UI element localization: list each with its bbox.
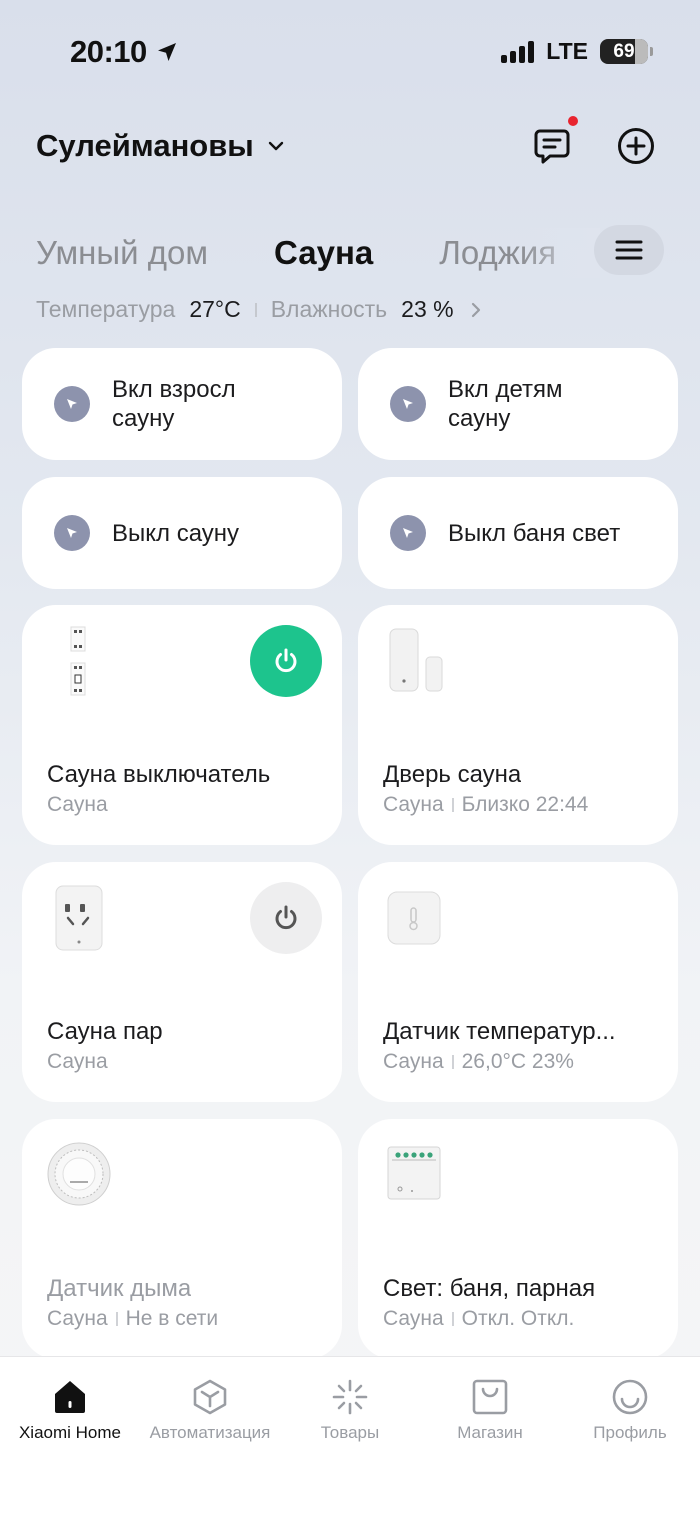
device-status: Сауна Близко 22:44 [383,793,589,816]
temperature-value: 27°C [189,296,241,322]
device-name: Сауна пар [47,1018,163,1045]
device-card-sauna-door[interactable]: Дверь сауна Сауна Близко 22:44 [358,605,678,845]
scene-card-kids-sauna-on[interactable]: Вкл детям сауну [358,348,678,460]
switch-module-image [70,626,86,696]
battery-icon: 69 [600,39,653,64]
device-card-bath-light[interactable]: Свет: баня, парная Сауна Откл. Откл. [358,1119,678,1359]
device-name: Датчик температур... [383,1018,616,1045]
status-indicators: LTE 69 [501,38,653,65]
smoke-detector-image [47,1142,111,1206]
tab-smart-home[interactable]: Умный дом [36,234,208,272]
scene-label: Вкл взросл сауну [112,376,236,432]
nav-shop[interactable]: Магазин [420,1377,560,1443]
bottom-navigation: Xiaomi Home Автоматизация Товары Магазин [0,1356,700,1518]
scene-card-bath-light-off[interactable]: Выкл баня свет [358,477,678,589]
automation-cube-icon [193,1379,227,1415]
header-actions [532,116,656,168]
scene-card-sauna-off[interactable]: Выкл сауну [22,477,342,589]
device-room: Сауна [47,1050,108,1073]
power-icon [275,905,297,930]
temperature-label: Температура [36,296,176,322]
device-status: Сауна Не в сети [47,1307,219,1330]
smart-plug-image [55,885,103,951]
status-time: 20:10 [70,34,179,70]
home-name: Сулеймановы [36,128,254,163]
device-room: Сауна [47,793,108,816]
device-card-sauna-steam[interactable]: Сауна пар Сауна [22,862,342,1102]
scene-cursor-icon [54,515,90,551]
cellular-signal-icon [501,40,535,63]
power-icon [275,648,297,673]
power-toggle-button[interactable] [250,625,322,697]
device-card-sauna-switch[interactable]: Сауна выключатель Сауна [22,605,342,845]
message-icon [534,129,570,164]
nav-label: Автоматизация [149,1423,271,1442]
network-type: LTE [546,38,588,64]
battery-level: 69 [613,40,635,62]
device-name: Дверь сауна [383,761,522,788]
scene-cursor-icon [390,515,426,551]
products-sparkle-icon [332,1379,368,1415]
device-status: Сауна 26,0°C 23% [383,1050,574,1073]
divider [254,302,257,317]
nav-xiaomi-home[interactable]: Xiaomi Home [0,1377,140,1443]
tabs-fade [520,228,600,278]
home-icon [55,1381,85,1413]
notification-dot [568,116,578,126]
door-sensor-image [389,628,443,692]
nav-label: Xiaomi Home [18,1423,122,1442]
scene-label: Вкл детям сауну [448,376,563,432]
status-bar: 20:10 LTE 69 [0,0,700,100]
time-text: 20:10 [70,34,147,69]
tab-sauna[interactable]: Сауна [274,234,373,272]
nav-profile[interactable]: Профиль [560,1377,700,1443]
scene-cursor-icon [390,386,426,422]
humidity-value: 23 % [401,296,454,322]
add-device-button[interactable] [616,124,656,168]
messages-button[interactable] [532,116,578,168]
plus-circle-icon [618,128,654,164]
shop-bag-icon [472,1379,508,1415]
room-environment[interactable]: Температура 27°C Влажность 23 % [36,296,484,323]
rooms-menu-button[interactable] [594,225,664,275]
chevron-down-icon [268,141,283,151]
scene-label: Выкл баня свет [448,519,621,547]
nav-label: Профиль [593,1423,667,1442]
scene-cursor-icon [54,386,90,422]
humidity-label: Влажность [270,296,388,322]
device-name: Свет: баня, парная [383,1275,596,1302]
scene-label: Выкл сауну [112,519,240,547]
nav-label: Магазин [457,1423,523,1442]
device-name: Сауна выключатель [47,761,271,788]
light-switch-image [387,1146,441,1200]
location-arrow-icon [157,43,176,61]
chevron-right-icon [471,302,480,317]
nav-label: Товары [320,1423,380,1442]
device-card-temperature-sensor[interactable]: Датчик температур... Сауна 26,0°C 23% [358,862,678,1102]
nav-products[interactable]: Товары [280,1377,420,1443]
device-status: Сауна Откл. Откл. [383,1307,575,1330]
menu-icon [615,240,643,260]
profile-smile-icon [612,1379,648,1415]
power-toggle-button[interactable] [250,882,322,954]
temperature-sensor-image [387,891,441,945]
nav-automation[interactable]: Автоматизация [140,1377,280,1443]
scene-card-adult-sauna-on[interactable]: Вкл взросл сауну [22,348,342,460]
home-selector[interactable]: Сулеймановы [36,128,286,164]
device-name: Датчик дыма [47,1275,192,1302]
device-card-smoke-detector[interactable]: Датчик дыма Сауна Не в сети [22,1119,342,1359]
